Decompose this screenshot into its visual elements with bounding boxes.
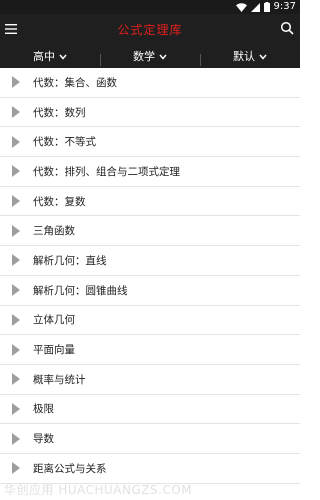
- play-arrow-icon: [12, 135, 20, 148]
- list-item[interactable]: 代数：不等式: [0, 127, 300, 158]
- chevron-down-icon: [259, 50, 267, 63]
- play-arrow-icon: [12, 195, 20, 208]
- list-item-label: 概率与统计: [33, 373, 86, 386]
- list-item[interactable]: 立体几何: [0, 305, 300, 336]
- play-arrow-icon: [12, 313, 20, 326]
- list-item[interactable]: 平面向量: [0, 335, 300, 365]
- filter-level-label: 高中: [33, 50, 55, 63]
- list-item[interactable]: 代数：集合、函数: [0, 68, 300, 98]
- play-arrow-icon: [12, 462, 20, 475]
- list-item[interactable]: 概率与统计: [0, 364, 300, 395]
- app-bar: 公式定理库: [0, 14, 300, 44]
- play-arrow-icon: [12, 224, 20, 237]
- list-item-label: 导数: [33, 433, 54, 446]
- list-item[interactable]: 代数：排列、组合与二项式定理: [0, 157, 300, 187]
- play-arrow-icon: [12, 373, 20, 386]
- signal-icon: [250, 2, 260, 12]
- filter-subject-label: 数学: [133, 50, 155, 63]
- chevron-down-icon: [159, 50, 167, 63]
- list-item[interactable]: 三角函数: [0, 216, 300, 247]
- list-item[interactable]: 解析几何：直线: [0, 246, 300, 276]
- play-arrow-icon: [12, 106, 20, 119]
- play-arrow-icon: [12, 165, 20, 178]
- play-arrow-icon: [12, 254, 20, 267]
- list-item[interactable]: 距离公式与关系: [0, 453, 300, 484]
- play-arrow-icon: [12, 76, 20, 89]
- search-icon[interactable]: [280, 20, 296, 36]
- list-item-label: 代数：排列、组合与二项式定理: [33, 165, 180, 178]
- list-item-label: 代数：集合、函数: [33, 76, 117, 89]
- filter-subject-dropdown[interactable]: 数学: [100, 48, 200, 66]
- play-arrow-icon: [12, 343, 20, 356]
- list-item-label: 平面向量: [33, 344, 75, 357]
- status-bar: 9:37: [0, 0, 300, 14]
- wifi-icon: [235, 2, 247, 12]
- filter-bar: 高中 数学 默认: [0, 44, 300, 68]
- page-title: 公式定理库: [117, 22, 183, 37]
- list-item-label: 极限: [33, 403, 54, 416]
- list-item-label: 代数：不等式: [33, 136, 96, 149]
- list-item-label: 立体几何: [33, 314, 75, 327]
- list-item-label: 代数：数列: [33, 106, 86, 119]
- play-arrow-icon: [12, 432, 20, 445]
- watermark: 华创应用 HUACHUANGZS.COM: [4, 483, 193, 497]
- list-item-label: 距离公式与关系: [33, 462, 107, 475]
- list-item[interactable]: 极限: [0, 394, 300, 425]
- list-item[interactable]: 代数：数列: [0, 97, 300, 128]
- list-item-label: 代数：复数: [33, 195, 86, 208]
- list-item[interactable]: 代数：复数: [0, 186, 300, 217]
- list-item-label: 三角函数: [33, 225, 75, 238]
- list-item[interactable]: 解析几何：圆锥曲线: [0, 275, 300, 306]
- status-time: 9:37: [273, 1, 296, 12]
- play-arrow-icon: [12, 284, 20, 297]
- list-item-label: 解析几何：圆锥曲线: [33, 284, 128, 297]
- list-item[interactable]: 导数: [0, 424, 300, 454]
- filter-sort-label: 默认: [233, 50, 255, 63]
- menu-icon[interactable]: [4, 21, 20, 37]
- battery-icon: [263, 2, 270, 12]
- filter-level-dropdown[interactable]: 高中: [0, 48, 100, 64]
- filter-sort-dropdown[interactable]: 默认: [200, 48, 300, 66]
- chevron-down-icon: [59, 50, 67, 63]
- list-item-label: 解析几何：直线: [33, 254, 107, 267]
- topic-list: 代数：集合、函数 代数：数列 代数：不等式 代数：排列、组合与二项式定理 代数：…: [0, 68, 300, 484]
- play-arrow-icon: [12, 402, 20, 415]
